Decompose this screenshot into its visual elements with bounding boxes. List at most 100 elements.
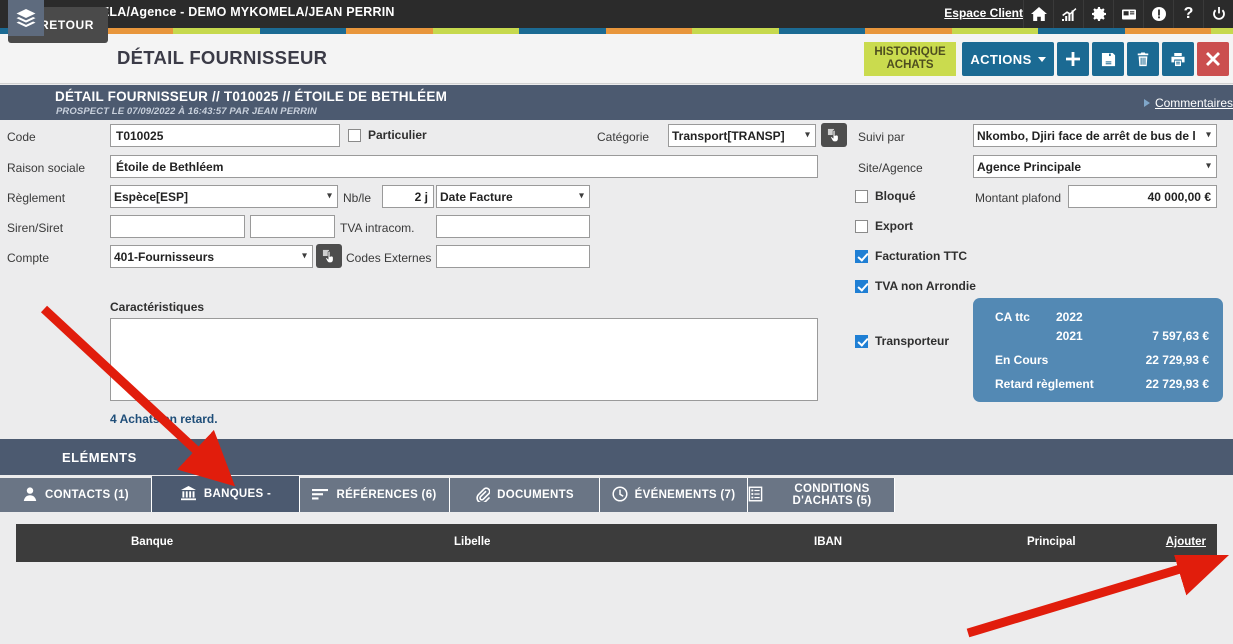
facturation-ttc-checkbox-row[interactable]: Facturation TTC [855,249,967,263]
back-button-label: RETOUR [40,18,95,32]
gear-icon[interactable] [1083,0,1113,28]
save-icon [1101,52,1115,66]
site-agence-select[interactable]: Agence Principale [973,155,1217,178]
chart-icon[interactable] [1053,0,1083,28]
ajouter-link[interactable]: Ajouter [1166,536,1206,548]
siren-input[interactable] [110,215,245,238]
particulier-checkbox-row[interactable]: Particulier [348,128,427,142]
bloque-checkbox[interactable] [855,189,868,203]
date-facture-select[interactable]: Date Facture [436,185,590,208]
tva-non-arrondie-checkbox-row[interactable]: TVA non Arrondie [855,279,976,293]
hand-pointer-icon [322,249,334,263]
export-checkbox-row[interactable]: Export [855,219,913,233]
raison-sociale-label: Raison sociale [7,161,86,175]
montant-plafond-input[interactable] [1068,185,1217,208]
suivi-par-select-wrap[interactable]: Nkombo, Djiri face de arrêt de bus de l … [973,124,1217,147]
achats-en-retard-link[interactable]: 4 Achats en retard. [110,412,218,426]
raison-sociale-input[interactable] [110,155,818,178]
elements-bar [0,439,1233,475]
facturation-ttc-label: Facturation TTC [875,249,967,263]
elements-label: ELÉMENTS [62,450,137,465]
tva-non-arrondie-label: TVA non Arrondie [875,279,976,293]
montant-plafond-label: Montant plafond [975,191,1062,205]
tab-conditions-d-achats-5[interactable]: CONDITIONS D'ACHATS (5) [748,478,895,512]
reglement-select[interactable]: Espèce[ESP] [110,185,338,208]
layers-icon [8,0,44,36]
historique-achats-button[interactable]: HISTORIQUE ACHATS [864,42,956,76]
categorie-select[interactable]: Transport[TRANSP] [668,124,816,147]
tab-v-nements-7[interactable]: ÉVÉNEMENTS (7) [600,478,748,512]
column-header-iban[interactable]: IBAN [814,536,842,548]
alert-icon[interactable] [1143,0,1173,28]
actions-label: ACTIONS [970,51,1032,67]
date-facture-select-wrap[interactable]: Date Facture ▾ [436,185,590,208]
tab-label: BANQUES - [203,488,272,500]
save-button[interactable] [1092,42,1124,76]
export-checkbox[interactable] [855,219,868,233]
tab-banques[interactable]: BANQUES - [152,476,300,512]
transporteur-checkbox-row[interactable]: Transporteur [855,334,949,348]
reglement-label: Règlement [7,191,66,205]
suivi-par-select[interactable]: Nkombo, Djiri face de arrêt de bus de l [973,124,1217,147]
export-label: Export [875,219,914,233]
application-window: DEMO MYKOMELA/Agence - DEMO MYKOMELA/JEA… [0,0,1233,644]
categorie-select-wrap[interactable]: Transport[TRANSP] ▾ [668,124,816,147]
delete-button[interactable] [1127,42,1159,76]
close-button[interactable] [1197,42,1229,76]
caracteristiques-textarea[interactable] [110,318,818,401]
espace-client-link[interactable]: Espace Client [944,6,1023,20]
tab-label: CONTACTS (1) [45,489,129,501]
site-agence-select-wrap[interactable]: Agence Principale ▾ [973,155,1217,178]
supplier-form: Code Particulier Catégorie Transport[TRA… [0,120,1233,434]
particulier-checkbox[interactable] [348,128,361,142]
print-button[interactable] [1162,42,1194,76]
commentaires-link[interactable]: Commentaires [1143,96,1233,110]
tva-intracom-input[interactable] [436,215,590,238]
bloque-checkbox-row[interactable]: Bloqué [855,189,916,203]
transporteur-checkbox[interactable] [855,334,868,348]
historique-label-line2: ACHATS [886,59,934,71]
actions-dropdown-button[interactable]: ACTIONS [962,42,1054,76]
compte-select-wrap[interactable]: 401-Fournisseurs ▾ [110,245,313,268]
categorie-picker-button[interactable] [821,123,847,147]
compte-picker-button[interactable] [316,244,342,268]
tva-non-arrondie-checkbox[interactable] [855,279,868,293]
facturation-ttc-checkbox[interactable] [855,249,868,263]
compte-select[interactable]: 401-Fournisseurs [110,245,313,268]
add-button[interactable] [1057,42,1089,76]
reglement-select-wrap[interactable]: Espèce[ESP] ▾ [110,185,338,208]
list-icon [312,487,329,504]
stats-card: CA ttc 2022 2021 7 597,63 € En Cours 22 … [973,298,1223,402]
help-icon[interactable]: ? [1173,0,1203,28]
code-input[interactable] [110,124,340,147]
codes-externes-input[interactable] [436,245,590,268]
tab-r-f-rences-6[interactable]: RÉFÉRENCES (6) [300,478,450,512]
historique-label-line1: HISTORIQUE [874,46,946,58]
card-icon[interactable] [1113,0,1143,28]
close-icon [1206,52,1220,66]
trash-icon [1137,52,1149,66]
tab-label: DOCUMENTS [497,489,574,501]
tab-contacts-1[interactable]: CONTACTS (1) [0,478,152,512]
column-header-libelle[interactable]: Libelle [454,536,490,548]
nble-input[interactable] [382,185,434,208]
tab-documents[interactable]: DOCUMENTS [450,478,600,512]
code-label: Code [7,130,36,144]
column-header-principal[interactable]: Principal [1027,536,1076,548]
banques-table-header: Banque Libelle IBAN Principal Ajouter [16,524,1217,562]
ca-ttc-year-current: 2022 [1056,310,1083,324]
column-header-banque[interactable]: Banque [131,536,173,548]
particulier-label: Particulier [368,128,427,142]
siret-input[interactable] [250,215,335,238]
tab-label: CONDITIONS D'ACHATS (5) [792,483,872,507]
transporteur-label: Transporteur [875,334,950,348]
triangle-right-icon [1143,99,1150,107]
tab-label: RÉFÉRENCES (6) [336,489,437,501]
record-subtitle: PROSPECT LE 07/09/2022 À 16:43:57 PAR JE… [56,106,317,117]
power-icon[interactable] [1203,0,1233,28]
page-title: DÉTAIL FOURNISSEUR [117,47,328,68]
bloque-label: Bloqué [875,189,916,203]
suivi-par-label: Suivi par [858,130,905,144]
action-button-group: ACTIONS [962,42,1229,76]
home-icon[interactable] [1023,0,1053,28]
